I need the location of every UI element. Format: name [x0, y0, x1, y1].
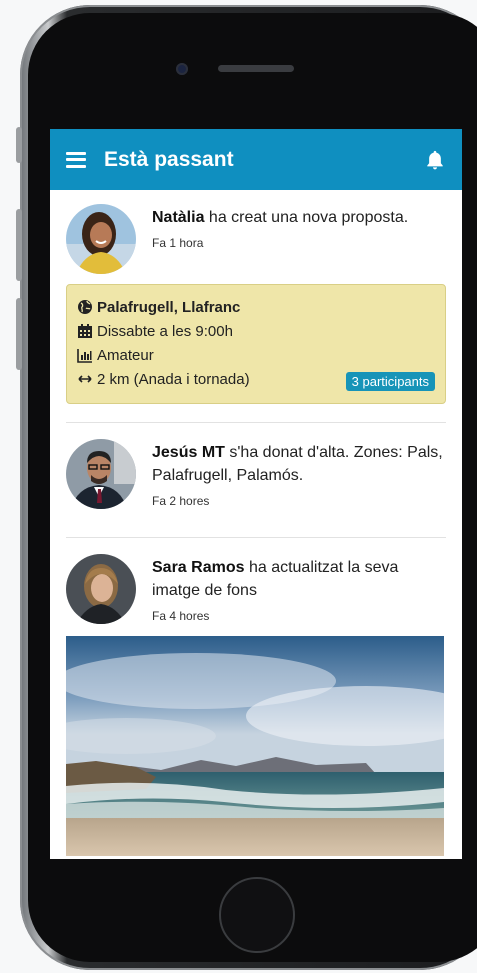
camera-icon [176, 63, 188, 75]
background-image[interactable] [66, 636, 444, 856]
avatar [66, 439, 136, 509]
proposal-location: Palafrugell, Llafranc [77, 295, 435, 319]
side-button-volume-down [16, 298, 22, 370]
timestamp: Fa 1 hora [152, 236, 204, 250]
calendar-icon [78, 324, 92, 338]
speaker-grille [218, 65, 294, 72]
side-button-volume-up [16, 209, 22, 281]
avatar [66, 554, 136, 624]
feed-message: Sara Ramos ha actualitzat la seva imatge… [152, 559, 399, 599]
home-button[interactable] [219, 877, 295, 953]
avatar [66, 204, 136, 274]
activity-feed: Natàlia ha creat una nova proposta. Fa 1… [50, 190, 462, 856]
app-bar: Està passant [50, 129, 462, 190]
chart-icon [77, 349, 92, 363]
proposal-level: Amateur [77, 343, 435, 367]
user-name[interactable]: Sara Ramos [152, 559, 245, 576]
user-name[interactable]: Natàlia [152, 209, 204, 226]
participants-badge[interactable]: 3 participants [345, 372, 435, 391]
feed-message: Jesús MT s'ha donat d'alta. Zones: Pals,… [152, 444, 443, 484]
side-button-mute [16, 127, 22, 163]
feed-message: Natàlia ha creat una nova proposta. [152, 209, 409, 226]
proposal-card[interactable]: Palafrugell, Llafranc Dissabte a les 9:0… [66, 284, 446, 404]
bell-icon[interactable] [424, 149, 446, 171]
timestamp: Fa 2 hores [152, 494, 210, 508]
proposal-date: Dissabte a les 9:00h [77, 319, 435, 343]
list-item[interactable]: Jesús MT s'ha donat d'alta. Zones: Pals,… [66, 423, 446, 509]
arrows-icon [78, 375, 92, 383]
list-item[interactable]: Natàlia ha creat una nova proposta. Fa 1… [66, 190, 446, 274]
timestamp: Fa 4 hores [152, 609, 210, 623]
list-item[interactable]: Sara Ramos ha actualitzat la seva imatge… [66, 538, 446, 624]
page-title: Està passant [104, 147, 234, 171]
app-screen: Està passant Natàlia ha creat una nova p… [50, 129, 462, 859]
globe-icon [78, 300, 92, 314]
menu-icon[interactable] [66, 151, 86, 168]
user-name[interactable]: Jesús MT [152, 444, 225, 461]
